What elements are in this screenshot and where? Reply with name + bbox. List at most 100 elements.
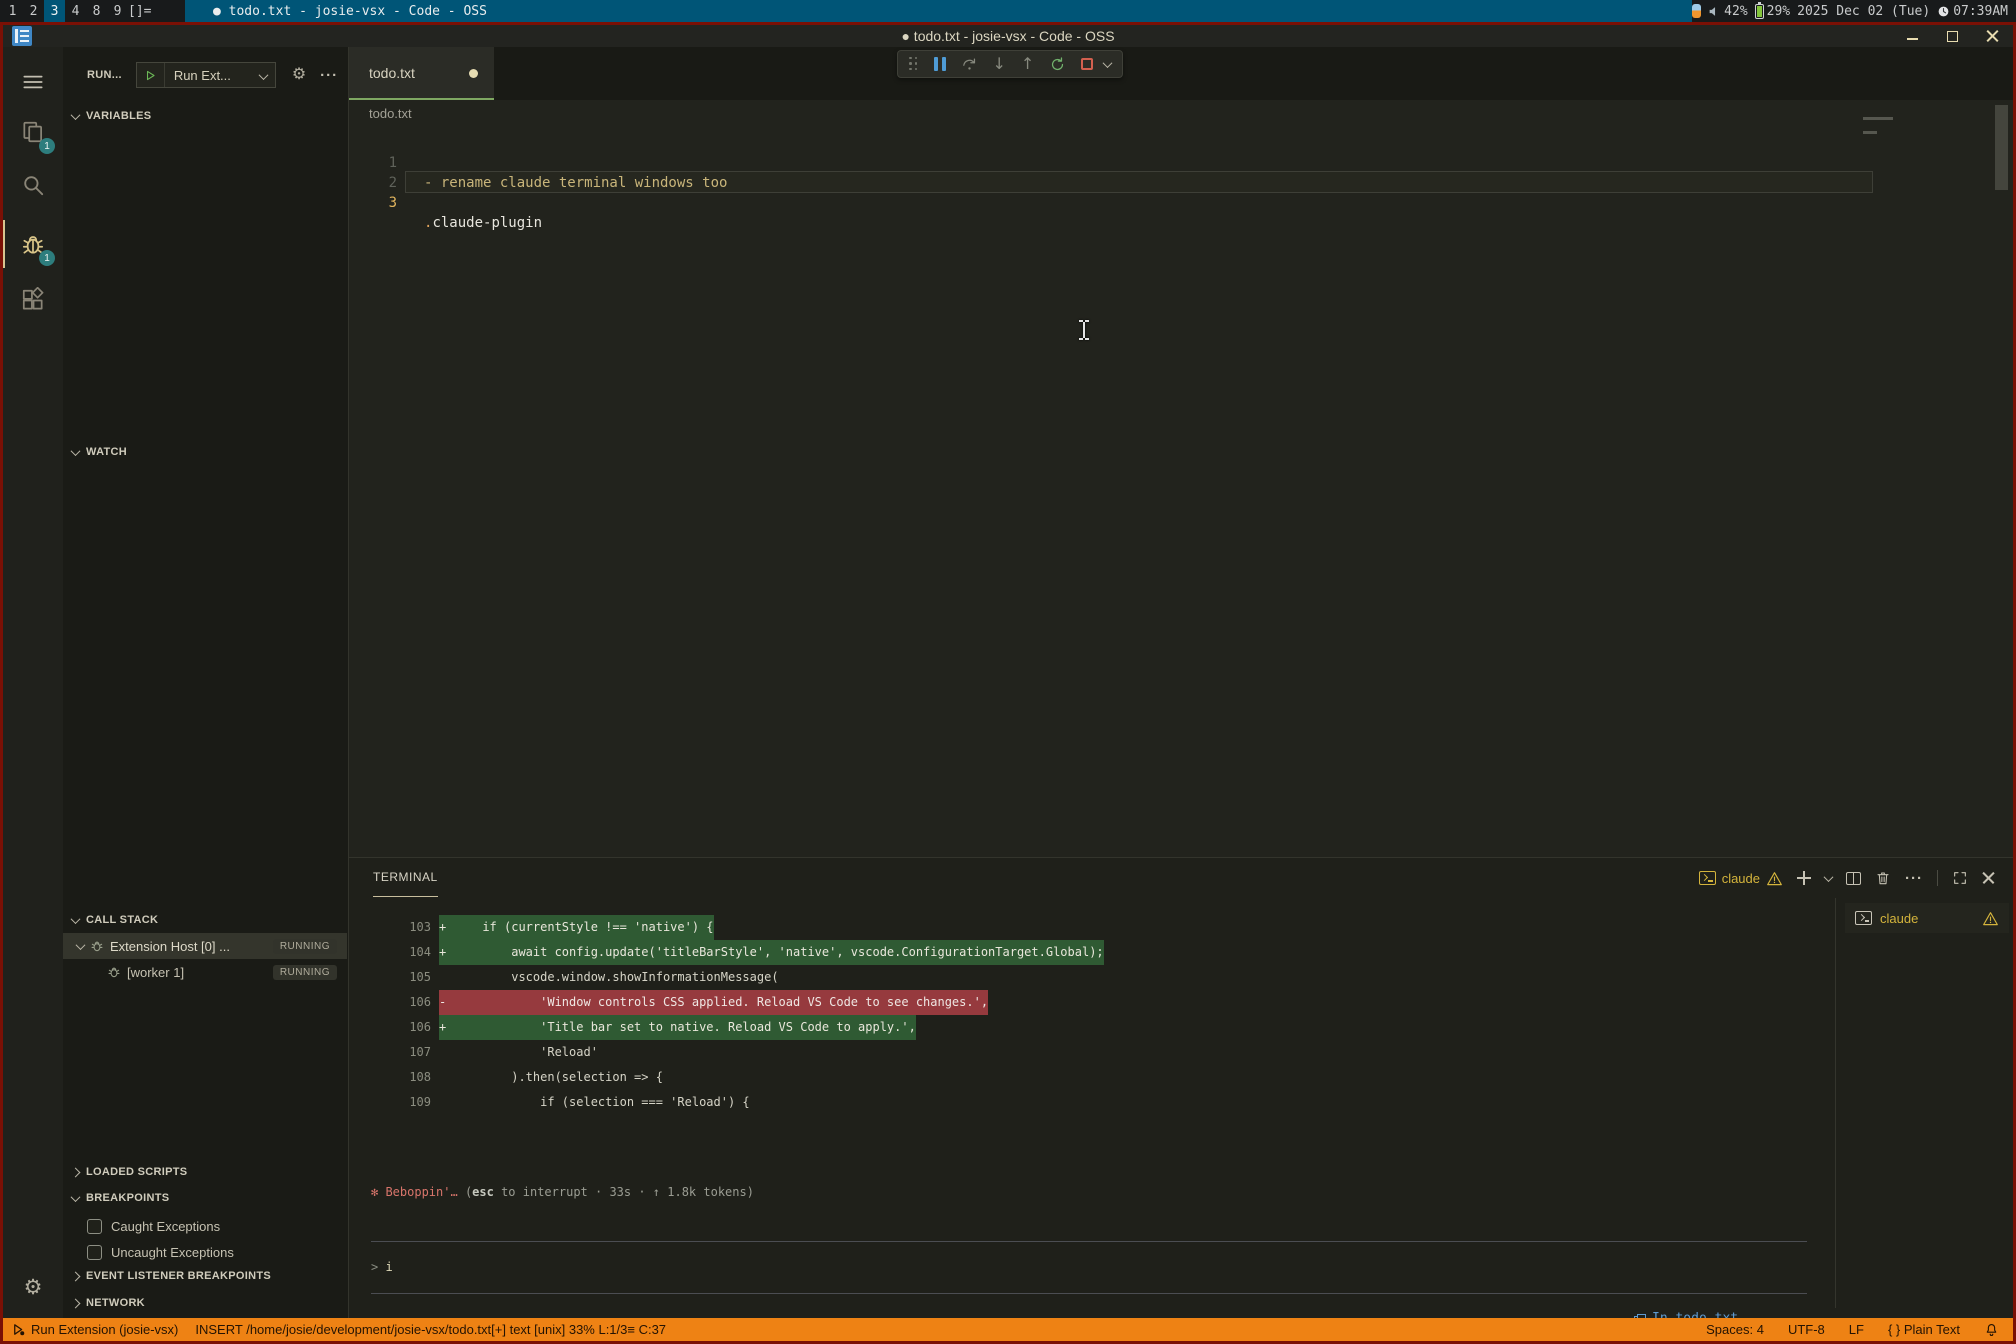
split-terminal-button[interactable] (1846, 872, 1861, 885)
window-controls (1906, 25, 1999, 47)
tab-label: todo.txt (369, 65, 415, 81)
workspace-tag-4[interactable]: 4 (65, 0, 86, 22)
editor-tab-bar: todo.txt (349, 47, 2013, 100)
diff-line-number: 108 (369, 1065, 431, 1090)
drag-handle-icon[interactable] (909, 57, 919, 72)
start-debug-button[interactable] (137, 63, 165, 87)
section-breakpoints[interactable]: BREAKPOINTS (63, 1187, 347, 1209)
code-line[interactable]: 1 - rename claude terminal windows too (349, 133, 2013, 153)
kill-terminal-button[interactable] (1875, 870, 1891, 886)
code-area[interactable]: 1 - rename claude terminal windows too 2… (349, 133, 2013, 193)
diff-line-number: 106 (369, 990, 431, 1015)
restart-button[interactable] (1049, 56, 1066, 73)
section-network[interactable]: NETWORK (63, 1292, 347, 1314)
diff-text: 'Window controls CSS applied. Reload VS … (453, 995, 988, 1009)
sidebar-item-run-debug[interactable]: 1 (3, 220, 63, 268)
line-number[interactable]: 3 (349, 193, 397, 213)
claude-prompt[interactable]: > i (371, 1255, 393, 1280)
run-view-title: RUN... (87, 69, 122, 81)
tab-terminal[interactable]: TERMINAL (373, 858, 438, 897)
minimap[interactable] (1863, 117, 1893, 120)
code-line[interactable]: 2 (349, 153, 2013, 173)
breakpoint-row[interactable]: Caught Exceptions (63, 1213, 347, 1239)
debug-sidebar: RUN... Run Ext... ⚙ ··· VARIABLES WATCH (63, 47, 349, 1318)
checkbox-uncaught-exceptions[interactable] (87, 1245, 102, 1260)
status-language-mode[interactable]: { } Plain Text (1888, 1322, 1960, 1337)
launch-config-dropdown[interactable]: Run Ext... (136, 62, 276, 88)
status-eol[interactable]: LF (1849, 1322, 1864, 1337)
terminal-viewport[interactable]: 103 + if (currentStyle !== 'native') { 1… (349, 898, 1835, 1318)
section-event-listener-breakpoints[interactable]: EVENT LISTENER BREAKPOINTS (63, 1265, 347, 1287)
status-encoding[interactable]: UTF-8 (1788, 1322, 1825, 1337)
terminal-profile-badge[interactable]: claude (1699, 871, 1783, 886)
section-label: EVENT LISTENER BREAKPOINTS (86, 1270, 271, 1282)
terminal-list-item-claude[interactable]: claude (1845, 903, 2009, 933)
stop-button[interactable] (1081, 58, 1093, 70)
explorer-badge: 1 (39, 138, 55, 154)
status-bar-right: Spaces: 4 UTF-8 LF { } Plain Text (1706, 1322, 2013, 1337)
vscode-window: ● todo.txt - josie-vsx - Code - OSS 1 1 (0, 22, 2016, 1344)
spinner-hint-esc: esc (472, 1185, 494, 1199)
status-indentation[interactable]: Spaces: 4 (1706, 1322, 1764, 1337)
new-terminal-button[interactable] (1797, 871, 1811, 885)
play-icon (144, 69, 157, 82)
diff-line-context: 107 'Reload' (349, 1040, 1835, 1065)
close-button[interactable] (1986, 30, 1999, 43)
maximize-button[interactable] (1946, 30, 1959, 43)
menu-button[interactable] (3, 58, 63, 106)
diff-line-added: 103 + if (currentStyle !== 'native') { (349, 915, 1835, 940)
call-stack-session: [worker 1] (127, 965, 267, 980)
debug-toolbar: ↓ ↑ (897, 50, 1123, 78)
status-bar: Run Extension (josie-vsx) INSERT /home/j… (3, 1318, 2013, 1341)
panel-more-actions[interactable]: ··· (1905, 870, 1923, 887)
close-panel-button[interactable] (1982, 872, 1995, 885)
layout-indicator[interactable]: []= (128, 0, 151, 22)
window-titlebar: ● todo.txt - josie-vsx - Code - OSS (3, 25, 2013, 47)
workspace-tag-9[interactable]: 9 (107, 0, 128, 22)
minimap[interactable] (1863, 131, 1877, 134)
tab-todo-txt[interactable]: todo.txt (349, 47, 494, 100)
checkbox-caught-exceptions[interactable] (87, 1219, 102, 1234)
pause-button[interactable] (934, 57, 946, 71)
section-call-stack[interactable]: CALL STACK (63, 909, 347, 931)
diff-sign: - (439, 990, 453, 1015)
breakpoint-row[interactable]: Uncaught Exceptions (63, 1239, 347, 1265)
step-over-button[interactable] (961, 56, 978, 73)
sidebar-item-extensions[interactable] (3, 276, 63, 324)
call-stack-row[interactable]: Extension Host [0] ... RUNNING (63, 933, 347, 959)
chevron-down-icon (71, 914, 81, 924)
workspace-tag-8[interactable]: 8 (86, 0, 107, 22)
step-into-button[interactable]: ↓ (993, 56, 1006, 72)
modified-dot-icon[interactable] (469, 69, 478, 78)
workspace-tag-3-active[interactable]: 3 (44, 0, 65, 22)
section-loaded-scripts[interactable]: LOADED SCRIPTS (63, 1161, 347, 1183)
window-title: ● todo.txt - josie-vsx - Code - OSS (3, 25, 2013, 47)
sidebar-item-explorer[interactable]: 1 (3, 108, 63, 156)
maximize-panel-button[interactable] (1952, 870, 1968, 886)
workspace-tag-2[interactable]: 2 (23, 0, 44, 22)
sidebar-item-search[interactable] (3, 161, 63, 209)
gear-icon: ⚙ (292, 66, 306, 83)
code-line[interactable]: 3 .claude-plugin (349, 173, 2013, 193)
step-out-button[interactable]: ↑ (1021, 56, 1034, 72)
section-label: BREAKPOINTS (86, 1192, 169, 1204)
debug-badge: 1 (39, 250, 55, 266)
section-variables[interactable]: VARIABLES (63, 105, 347, 127)
configure-launch-button[interactable]: ⚙ (292, 67, 306, 83)
call-stack-row[interactable]: [worker 1] RUNNING (63, 959, 347, 985)
workspace-tag-1[interactable]: 1 (2, 0, 23, 22)
debug-more-actions[interactable]: ··· (320, 67, 338, 84)
date-indicator: 2025 Dec 02 (Tue) (1797, 4, 1930, 19)
terminal-dropdown-button[interactable] (1825, 869, 1832, 887)
manage-button[interactable]: ⚙ (3, 1263, 63, 1311)
status-vim-mode[interactable]: INSERT /home/josie/development/josie-vsx… (195, 1322, 666, 1337)
desktop: 1 2 3 4 8 9 []= ● todo.txt - josie-vsx -… (0, 0, 2016, 1344)
chevron-down-icon[interactable] (1104, 55, 1111, 73)
editor-scrollbar[interactable] (1995, 105, 2008, 190)
minimize-button[interactable] (1906, 30, 1919, 43)
diff-text: if (currentStyle !== 'native') { (453, 920, 713, 934)
section-watch[interactable]: WATCH (63, 441, 347, 463)
breadcrumb[interactable]: todo.txt (349, 100, 412, 126)
notifications-bell-icon[interactable] (1984, 1322, 1999, 1337)
status-run-extension[interactable]: Run Extension (josie-vsx) (11, 1322, 178, 1337)
